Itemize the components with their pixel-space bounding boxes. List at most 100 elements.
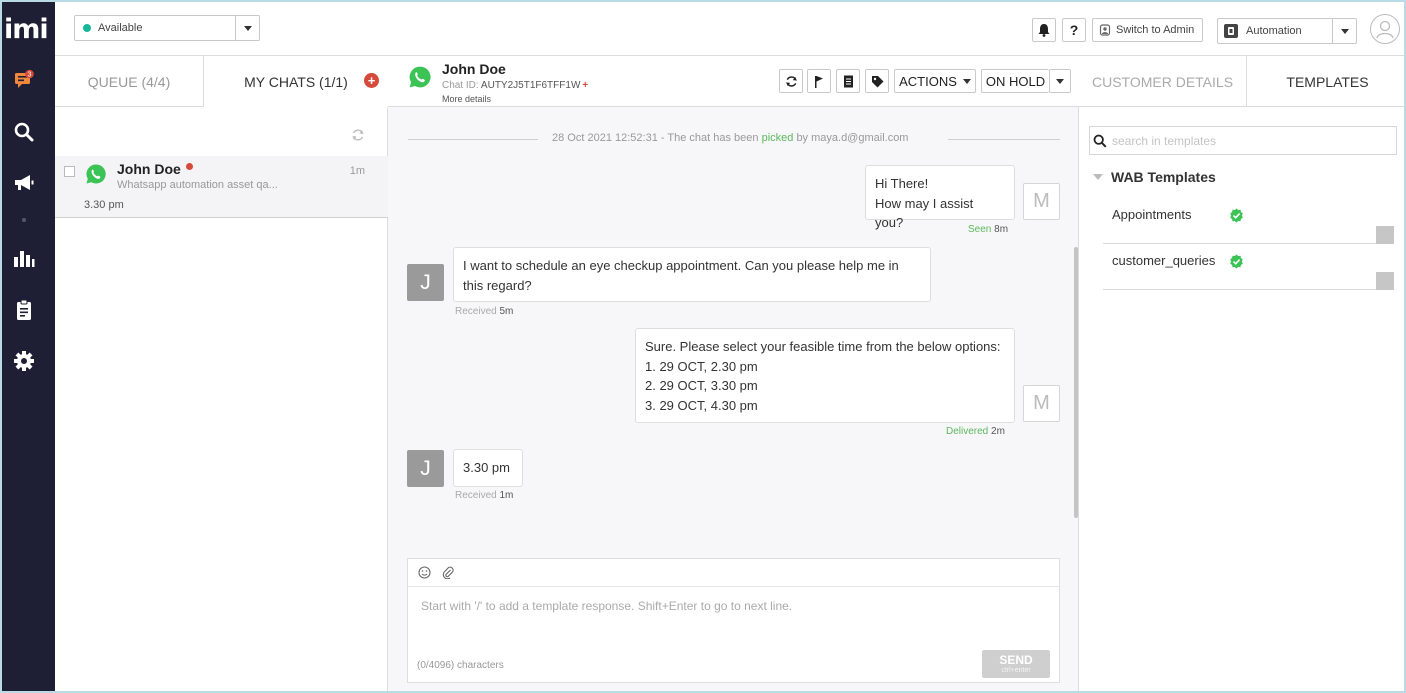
help-button[interactable]: ?	[1062, 18, 1086, 42]
tag-button[interactable]	[865, 69, 889, 93]
agent-avatar: M	[1023, 183, 1060, 220]
left-rail: imi 3	[2, 2, 55, 691]
chat-list-item[interactable]: John Doe Whatsapp automation asset qa...…	[55, 156, 388, 218]
refresh-icon	[785, 75, 797, 87]
customer-avatar: J	[407, 450, 444, 487]
agent-message: Hi There! How may I assist you?	[865, 165, 1015, 230]
tab-my-chats[interactable]: MY CHATS (1/1)	[204, 56, 388, 107]
template-search-placeholder: search in templates	[1112, 134, 1217, 148]
conversation-scrollbar[interactable]	[1074, 247, 1078, 518]
message-input[interactable]: Start with '/' to add a template respons…	[421, 599, 792, 613]
template-item[interactable]: customer_queries	[1103, 244, 1394, 290]
bot-icon	[1224, 24, 1238, 38]
divider-line	[948, 139, 1060, 140]
more-details-link[interactable]: More details	[442, 94, 491, 104]
agent-avatar: M	[1023, 385, 1060, 422]
help-icon: ?	[1069, 22, 1079, 38]
chat-id-value: AUTY2J5T1F6TFF1W	[480, 80, 581, 91]
chat-badge-count: 3	[28, 72, 32, 79]
search-nav-button[interactable]	[12, 120, 36, 144]
verified-check-icon	[1230, 254, 1243, 269]
tag-icon	[871, 75, 883, 87]
emoji-icon[interactable]	[418, 566, 431, 579]
document-icon	[843, 75, 853, 87]
notifications-button[interactable]	[1032, 18, 1056, 42]
status-dot	[83, 24, 91, 32]
composer-toolbar	[408, 559, 1059, 587]
verified-check-icon	[1230, 208, 1243, 223]
rail-divider-dot	[22, 218, 26, 222]
message-status: Received 5m	[455, 306, 514, 317]
flag-icon	[815, 75, 823, 88]
tab-templates[interactable]: TEMPLATES	[1247, 56, 1404, 107]
switch-to-admin-button[interactable]: Switch to Admin	[1092, 18, 1203, 42]
chat-icon: 3	[15, 69, 34, 88]
campaigns-nav-button[interactable]	[12, 171, 36, 195]
chat-id-label: Chat ID:	[442, 80, 479, 91]
refresh-icon[interactable]	[351, 128, 365, 142]
actions-dropdown[interactable]: ACTIONS	[894, 69, 976, 93]
top-bar: Available ? Switch to Admin Automation	[55, 2, 1404, 56]
send-shortcut-hint: ctrl+enter	[1001, 667, 1031, 674]
availability-value: Available	[98, 22, 143, 34]
gear-icon	[14, 351, 34, 371]
tasks-nav-button[interactable]	[12, 298, 36, 322]
message-line: 3. 29 OCT, 4.30 pm	[645, 397, 758, 413]
chat-preview: Whatsapp automation asset qa...	[117, 179, 278, 191]
flag-button[interactable]	[807, 69, 831, 93]
chevron-down-icon[interactable]	[235, 16, 259, 40]
tab-queue[interactable]: QUEUE (4/4)	[55, 56, 204, 107]
message-composer: Start with '/' to add a template respons…	[407, 558, 1060, 683]
app-window: imi 3 Available ? Switch to Admin Automa…	[0, 0, 1406, 693]
on-hold-label: ON HOLD	[985, 73, 1046, 89]
message-line: 1. 29 OCT, 2.30 pm	[645, 358, 758, 374]
chat-age: 1m	[349, 165, 365, 177]
availability-dropdown[interactable]: Available	[74, 15, 260, 41]
chat-select-checkbox[interactable]	[64, 166, 75, 177]
contact-name: John Doe	[442, 61, 506, 77]
paperclip-icon[interactable]	[442, 566, 454, 579]
bell-icon	[1038, 24, 1050, 37]
chat-list-tabs: QUEUE (4/4) MY CHATS (1/1) +	[55, 56, 388, 107]
template-group-header[interactable]: WAB Templates	[1093, 169, 1216, 185]
workspace-value: Automation	[1246, 25, 1302, 37]
on-hold-options-button[interactable]	[1049, 69, 1071, 93]
transfer-button[interactable]	[779, 69, 803, 93]
send-button[interactable]: SEND ctrl+enter	[982, 650, 1050, 678]
template-search-input[interactable]: search in templates	[1089, 126, 1397, 155]
template-preview-toggle[interactable]	[1376, 272, 1394, 290]
tab-customer-details[interactable]: CUSTOMER DETAILS	[1079, 56, 1247, 107]
message-line: 3.30 pm	[463, 460, 510, 475]
on-hold-button[interactable]: ON HOLD	[981, 69, 1049, 93]
workspace-dropdown[interactable]: Automation	[1217, 18, 1357, 44]
conversation-panel: John Doe Chat ID: AUTY2J5T1F6TFF1W + More…	[388, 56, 1079, 691]
customer-message: 3.30 pm	[453, 449, 523, 487]
switch-admin-label: Switch to Admin	[1116, 24, 1195, 36]
chevron-down-icon[interactable]	[1332, 19, 1356, 43]
message-status: Received 1m	[455, 490, 514, 501]
customer-message: I want to schedule an eye checkup appoin…	[453, 247, 931, 302]
details-tabs: CUSTOMER DETAILS TEMPLATES	[1079, 56, 1404, 107]
whatsapp-icon	[86, 164, 106, 184]
user-avatar[interactable]	[1370, 14, 1400, 44]
message-line: I want to schedule an eye checkup appoin…	[463, 258, 899, 273]
search-icon	[14, 122, 34, 142]
chat-list-panel: QUEUE (4/4) MY CHATS (1/1) + John Doe Wh…	[55, 56, 388, 691]
copy-id-plus-icon[interactable]: +	[582, 80, 588, 91]
conversation-header: John Doe Chat ID: AUTY2J5T1F6TFF1W + More…	[388, 56, 1079, 107]
settings-nav-button[interactable]	[12, 349, 36, 373]
new-chat-plus-icon[interactable]: +	[364, 73, 379, 88]
notes-button[interactable]	[836, 69, 860, 93]
brand-logo[interactable]: imi	[4, 14, 49, 45]
reports-nav-button[interactable]	[12, 246, 36, 270]
template-preview-toggle[interactable]	[1376, 226, 1394, 244]
template-item[interactable]: Appointments	[1103, 198, 1394, 244]
actions-label: ACTIONS	[899, 73, 957, 89]
chats-nav-button[interactable]: 3	[12, 68, 36, 92]
chevron-down-icon	[1056, 78, 1064, 84]
agent-message: Sure. Please select your feasible time f…	[635, 328, 1015, 423]
system-message: 28 Oct 2021 12:52:31 - The chat has been…	[408, 132, 1060, 146]
message-line: Sure. Please select your feasible time f…	[645, 339, 1001, 354]
bar-chart-icon	[14, 251, 35, 267]
whatsapp-icon	[409, 66, 431, 88]
